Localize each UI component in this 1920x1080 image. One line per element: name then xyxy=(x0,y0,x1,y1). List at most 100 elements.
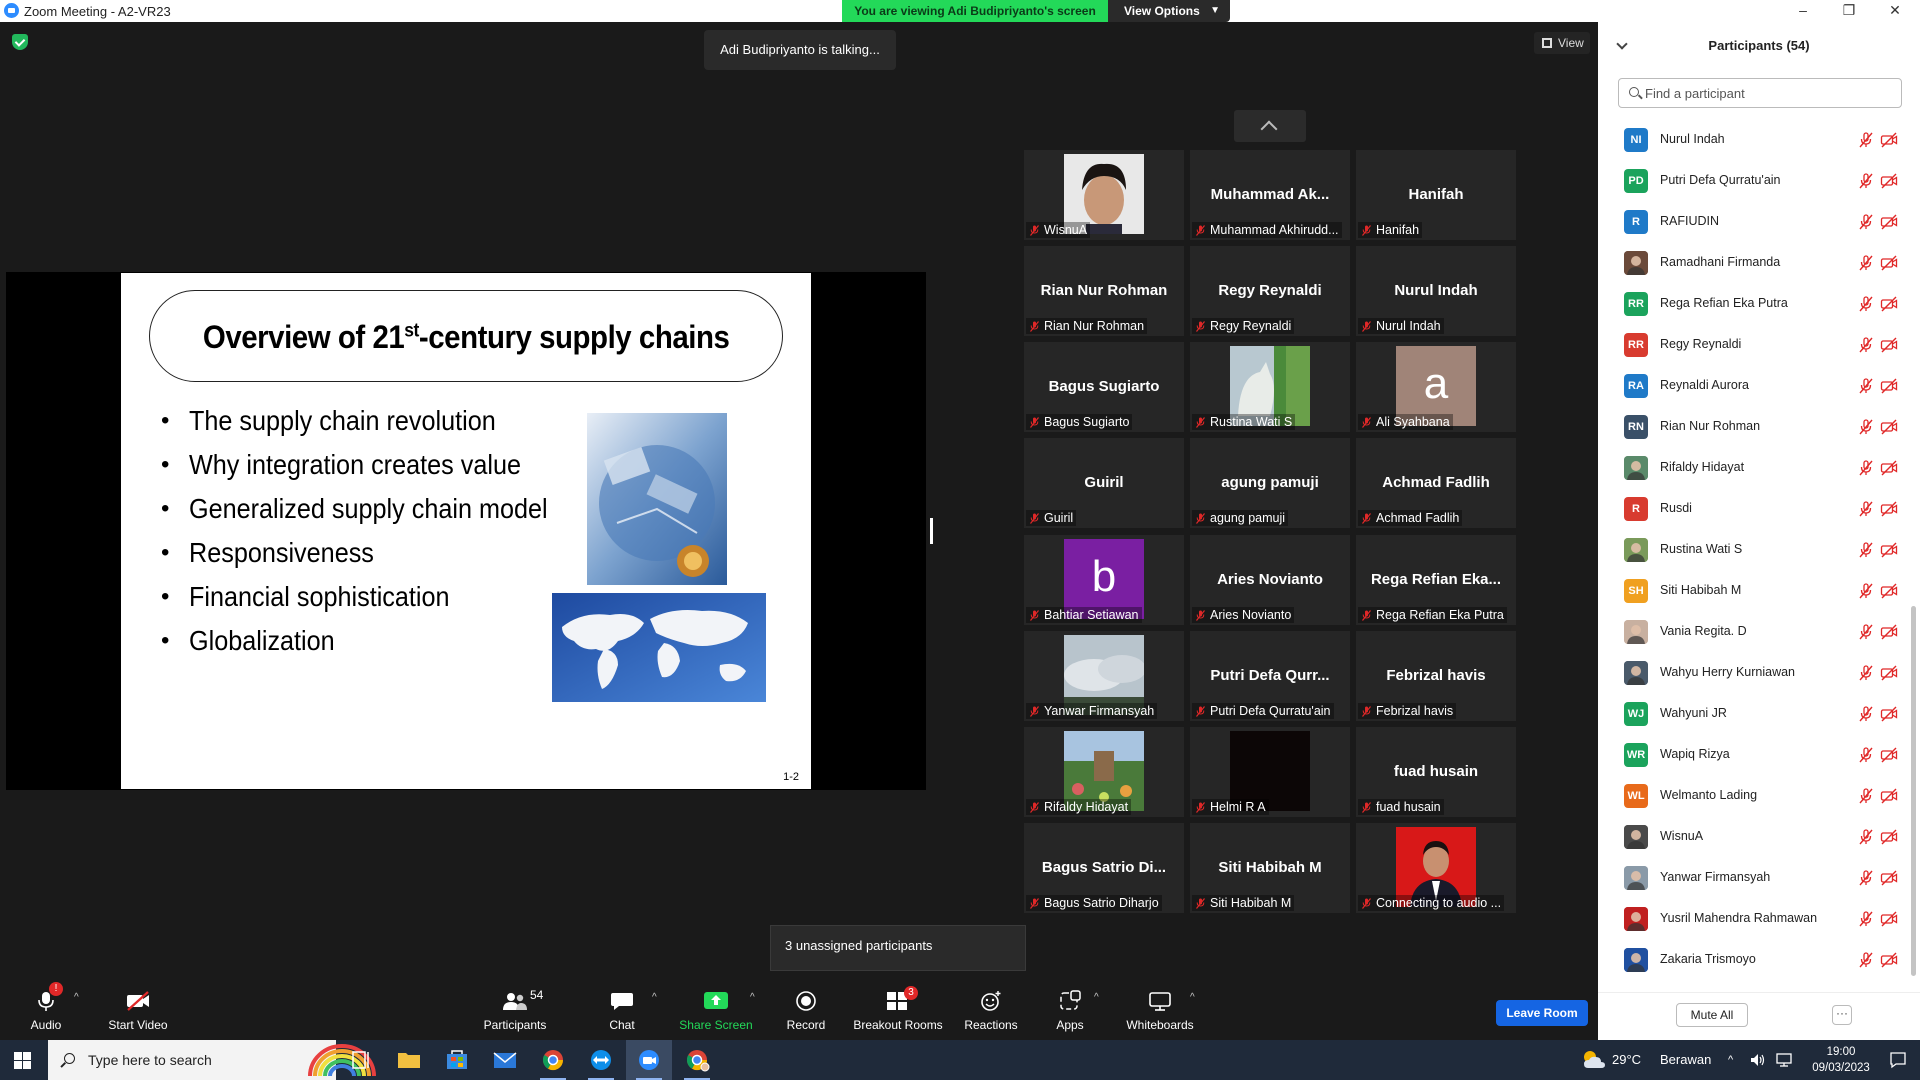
video-tile[interactable]: Muhammad Ak... Muhammad Akhirudd... xyxy=(1190,150,1350,240)
video-tile[interactable]: Connecting to audio ... xyxy=(1356,823,1516,913)
network-icon[interactable] xyxy=(1776,1052,1794,1068)
participant-row[interactable]: R Rusdi xyxy=(1598,489,1908,530)
video-off-icon[interactable] xyxy=(1880,665,1898,681)
muted-mic-icon[interactable] xyxy=(1858,665,1874,681)
audio-options-caret-icon[interactable]: ^ xyxy=(74,992,79,1003)
muted-mic-icon[interactable] xyxy=(1858,460,1874,476)
zoom-taskbar-button[interactable] xyxy=(626,1040,672,1080)
split-view-handle[interactable] xyxy=(930,518,933,544)
participant-row[interactable]: Ramadhani Firmanda xyxy=(1598,243,1908,284)
teamviewer-button[interactable] xyxy=(578,1040,624,1080)
tray-expand-icon[interactable]: ^ xyxy=(1728,1040,1733,1080)
video-off-icon[interactable] xyxy=(1880,214,1898,230)
video-tile[interactable]: Achmad Fadlih Achmad Fadlih xyxy=(1356,438,1516,528)
muted-mic-icon[interactable] xyxy=(1858,501,1874,517)
video-off-icon[interactable] xyxy=(1880,132,1898,148)
windows-start-icon[interactable] xyxy=(14,1052,31,1069)
video-tile[interactable]: Nurul Indah Nurul Indah xyxy=(1356,246,1516,336)
participant-row[interactable]: RR Rega Refian Eka Putra xyxy=(1598,284,1908,325)
video-tile[interactable]: Yanwar Firmansyah xyxy=(1024,631,1184,721)
video-tile[interactable]: fuad husain fuad husain xyxy=(1356,727,1516,817)
video-tile[interactable]: Putri Defa Qurr... Putri Defa Qurratu'ain xyxy=(1190,631,1350,721)
muted-mic-icon[interactable] xyxy=(1858,952,1874,968)
video-off-icon[interactable] xyxy=(1880,501,1898,517)
participant-row[interactable]: Vania Regita. D xyxy=(1598,612,1908,653)
leave-room-button[interactable]: Leave Room xyxy=(1496,1000,1588,1026)
participant-row[interactable]: Rifaldy Hidayat xyxy=(1598,448,1908,489)
breakout-rooms-button[interactable]: 3 Breakout Rooms xyxy=(850,976,946,1040)
video-tile[interactable]: Bagus Satrio Di... Bagus Satrio Diharjo xyxy=(1024,823,1184,913)
video-off-icon[interactable] xyxy=(1880,255,1898,271)
participant-row[interactable]: WL Welmanto Lading xyxy=(1598,776,1908,817)
video-off-icon[interactable] xyxy=(1880,624,1898,640)
muted-mic-icon[interactable] xyxy=(1858,788,1874,804)
muted-mic-icon[interactable] xyxy=(1858,255,1874,271)
gallery-page-up-button[interactable] xyxy=(1234,110,1306,142)
participant-row[interactable]: Yusril Mahendra Rahmawan xyxy=(1598,899,1908,940)
video-off-icon[interactable] xyxy=(1880,419,1898,435)
video-tile[interactable]: Rifaldy Hidayat xyxy=(1024,727,1184,817)
video-tile[interactable]: Rian Nur Rohman Rian Nur Rohman xyxy=(1024,246,1184,336)
participant-row[interactable]: WJ Wahyuni JR xyxy=(1598,694,1908,735)
view-options-button[interactable]: View Options ▼ xyxy=(1108,0,1230,22)
video-off-icon[interactable] xyxy=(1880,829,1898,845)
close-button[interactable]: ✕ xyxy=(1872,0,1918,22)
video-off-icon[interactable] xyxy=(1880,952,1898,968)
muted-mic-icon[interactable] xyxy=(1858,214,1874,230)
volume-icon[interactable] xyxy=(1750,1053,1766,1067)
participant-row[interactable]: Yanwar Firmansyah xyxy=(1598,858,1908,899)
participant-row[interactable]: RR Regy Reynaldi xyxy=(1598,325,1908,366)
video-off-icon[interactable] xyxy=(1880,583,1898,599)
muted-mic-icon[interactable] xyxy=(1858,829,1874,845)
participant-row[interactable]: WR Wapiq Rizya xyxy=(1598,735,1908,776)
apps-options-caret-icon[interactable]: ^ xyxy=(1094,992,1099,1003)
muted-mic-icon[interactable] xyxy=(1858,706,1874,722)
minimize-button[interactable]: – xyxy=(1780,0,1826,22)
muted-mic-icon[interactable] xyxy=(1858,542,1874,558)
weather-temperature[interactable]: 29°C xyxy=(1612,1040,1641,1080)
taskbar-search-box[interactable]: Type here to search xyxy=(48,1040,376,1080)
whiteboards-options-caret-icon[interactable]: ^ xyxy=(1190,992,1195,1003)
muted-mic-icon[interactable] xyxy=(1858,337,1874,353)
audio-button[interactable]: ! Audio xyxy=(18,976,74,1040)
participant-row[interactable]: R RAFIUDIN xyxy=(1598,202,1908,243)
file-explorer-button[interactable] xyxy=(386,1040,432,1080)
notifications-icon[interactable] xyxy=(1888,1050,1908,1070)
chrome-button[interactable] xyxy=(530,1040,576,1080)
apps-button[interactable]: Apps xyxy=(1040,976,1100,1040)
participants-button[interactable]: 54 Participants xyxy=(470,976,560,1040)
share-options-caret-icon[interactable]: ^ xyxy=(750,992,755,1003)
muted-mic-icon[interactable] xyxy=(1858,419,1874,435)
participant-row[interactable]: Zakaria Trismoyo xyxy=(1598,940,1908,980)
more-options-button[interactable]: ··· xyxy=(1832,1005,1852,1025)
muted-mic-icon[interactable] xyxy=(1858,624,1874,640)
video-off-icon[interactable] xyxy=(1880,542,1898,558)
video-tile[interactable]: Febrizal havis Febrizal havis xyxy=(1356,631,1516,721)
video-off-icon[interactable] xyxy=(1880,788,1898,804)
video-tile[interactable]: Rega Refian Eka... Rega Refian Eka Putra xyxy=(1356,535,1516,625)
microsoft-store-button[interactable] xyxy=(434,1040,480,1080)
video-tile[interactable]: Hanifah Hanifah xyxy=(1356,150,1516,240)
video-tile[interactable]: Regy Reynaldi Regy Reynaldi xyxy=(1190,246,1350,336)
video-tile[interactable]: Rustina Wati S xyxy=(1190,342,1350,432)
participant-row[interactable]: SH Siti Habibah M xyxy=(1598,571,1908,612)
video-off-icon[interactable] xyxy=(1880,337,1898,353)
video-off-icon[interactable] xyxy=(1880,296,1898,312)
video-tile[interactable]: Guiril Guiril xyxy=(1024,438,1184,528)
participant-row[interactable]: Wahyu Herry Kurniawan xyxy=(1598,653,1908,694)
video-tile[interactable]: a Ali Syahbana xyxy=(1356,342,1516,432)
video-tile[interactable]: agung pamuji agung pamuji xyxy=(1190,438,1350,528)
security-shield-icon[interactable] xyxy=(12,34,28,50)
reactions-button[interactable]: Reactions xyxy=(956,976,1026,1040)
taskbar-clock[interactable]: 19:00 09/03/2023 xyxy=(1804,1044,1878,1076)
chrome-profile-button[interactable] xyxy=(674,1040,720,1080)
muted-mic-icon[interactable] xyxy=(1858,870,1874,886)
participant-row[interactable]: RN Rian Nur Rohman xyxy=(1598,407,1908,448)
muted-mic-icon[interactable] xyxy=(1858,378,1874,394)
video-tile[interactable]: Bagus Sugiarto Bagus Sugiarto xyxy=(1024,342,1184,432)
weather-description[interactable]: Berawan xyxy=(1660,1040,1711,1080)
whiteboards-button[interactable]: Whiteboards xyxy=(1118,976,1202,1040)
task-view-button[interactable] xyxy=(338,1040,384,1080)
record-button[interactable]: Record xyxy=(776,976,836,1040)
video-tile[interactable]: Helmi R A xyxy=(1190,727,1350,817)
